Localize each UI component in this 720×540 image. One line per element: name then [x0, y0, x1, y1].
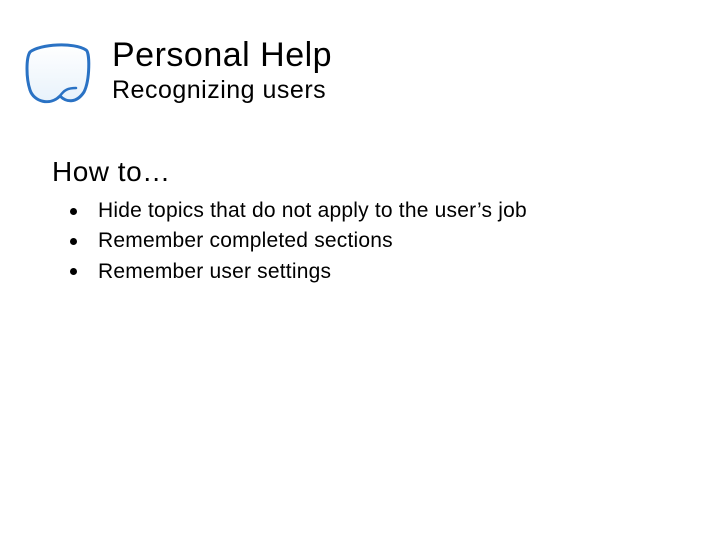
bullet-list: Hide topics that do not apply to the use… — [70, 196, 680, 287]
page-title: Personal Help — [112, 38, 332, 74]
body: How to… Hide topics that do not apply to… — [52, 156, 680, 287]
list-item: Hide topics that do not apply to the use… — [70, 196, 680, 226]
section-heading: How to… — [52, 156, 680, 188]
slide: Personal Help Recognizing users How to… … — [0, 0, 720, 540]
list-item: Remember user settings — [70, 257, 680, 287]
list-item: Remember completed sections — [70, 226, 680, 256]
page-subtitle: Recognizing users — [112, 76, 332, 105]
header: Personal Help Recognizing users — [20, 38, 332, 108]
note-page-icon — [20, 38, 98, 108]
title-block: Personal Help Recognizing users — [112, 38, 332, 105]
